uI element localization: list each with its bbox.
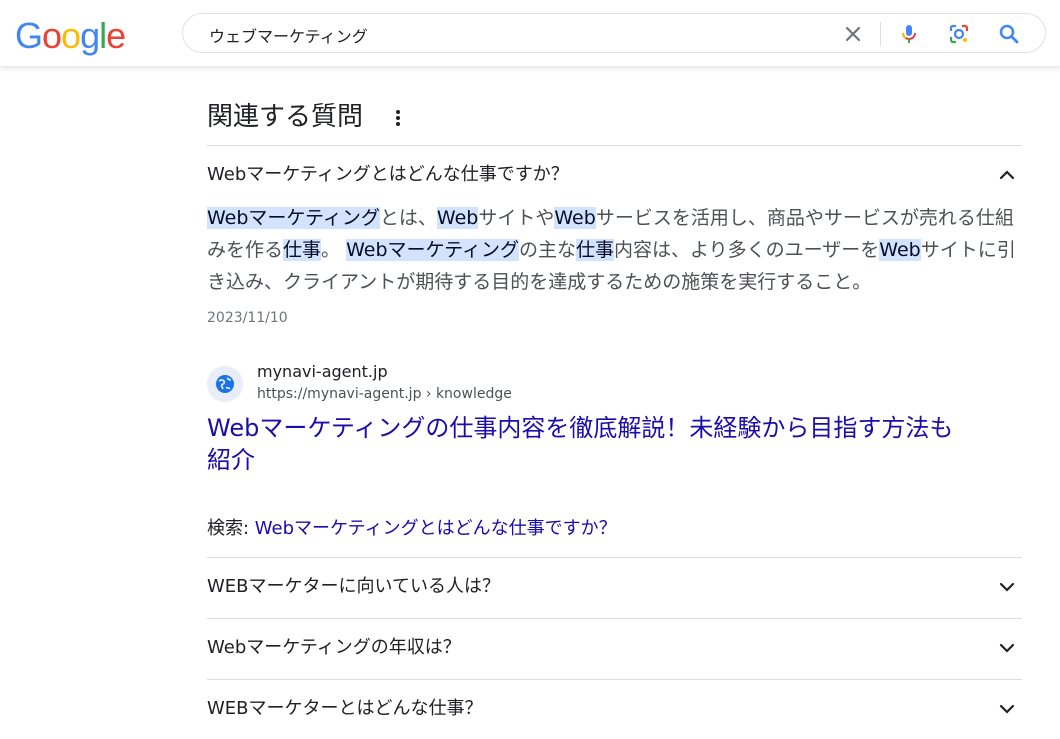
globe-icon[interactable]: [207, 366, 243, 402]
search-for: 検索: Webマーケティングとはどんな仕事ですか？: [207, 514, 617, 540]
source-url[interactable]: https://mynavi-agent.jp › knowledge: [257, 386, 512, 402]
answer-date: 2023/11/10: [207, 310, 288, 326]
question-item[interactable]: WEBマーケターとはどんな仕事？: [207, 679, 1022, 739]
logo-letter: g: [80, 15, 100, 56]
search-icon[interactable]: [997, 22, 1021, 46]
google-logo[interactable]: Google: [15, 14, 126, 58]
logo-letter: o: [42, 15, 62, 56]
close-icon[interactable]: [841, 22, 865, 46]
answer-segment: Webマーケティング: [207, 207, 380, 229]
question-text: Webマーケティングの年収は？: [207, 637, 461, 658]
chevron-down-icon[interactable]: [998, 578, 1016, 596]
answer-segment: 内容は、より多くのユーザーを: [614, 239, 880, 261]
answer-segment: 仕事: [283, 239, 322, 261]
chevron-up-icon[interactable]: [998, 166, 1016, 184]
lens-icon[interactable]: [947, 22, 971, 46]
answer-segment: 。: [321, 239, 347, 261]
chevron-down-icon[interactable]: [998, 639, 1016, 657]
answer-segment: Web: [436, 207, 479, 229]
question-item[interactable]: Webマーケティングの年収は？: [207, 618, 1022, 678]
search-input[interactable]: ウェブマーケティング: [209, 23, 368, 47]
logo-letter: e: [106, 15, 126, 56]
question-text: WEBマーケターとはどんな仕事？: [207, 698, 483, 719]
search-for-link[interactable]: Webマーケティングとはどんな仕事ですか？: [255, 518, 617, 539]
answer-segment: サイトや: [478, 207, 555, 229]
search-header: Google ウェブマーケティング: [0, 0, 1060, 66]
answer-segment: Web: [554, 207, 596, 229]
search-for-label: 検索:: [207, 518, 255, 539]
search-box[interactable]: ウェブマーケティング: [182, 13, 1046, 53]
search-divider: [880, 22, 881, 46]
question-text: WEBマーケターに向いている人は？: [207, 576, 500, 597]
answer-segment: 仕事: [576, 239, 615, 261]
mic-icon[interactable]: [897, 22, 921, 46]
question-text: Webマーケティングとはどんな仕事ですか？: [207, 164, 569, 185]
more-options-icon[interactable]: [391, 108, 405, 128]
logo-letter: o: [61, 15, 81, 56]
question-expanded[interactable]: Webマーケティングとはどんな仕事ですか？: [207, 145, 1022, 205]
chevron-down-icon[interactable]: [998, 700, 1016, 718]
logo-letter: G: [15, 15, 43, 56]
source-site-name[interactable]: mynavi-agent.jp: [257, 362, 388, 381]
section-title: 関連する質問: [207, 102, 364, 132]
answer-segment: Webマーケティング: [346, 239, 519, 261]
answer-segment: とは、: [379, 207, 437, 229]
question-item[interactable]: WEBマーケターに向いている人は？: [207, 557, 1022, 617]
result-title-link[interactable]: Webマーケティングの仕事内容を徹底解説！未経験から目指す方法も紹介: [207, 412, 977, 476]
answer-segment: の主な: [518, 239, 576, 261]
answer-segment: Web: [879, 239, 921, 261]
answer-snippet: Webマーケティングとは、WebサイトやWebサービスを活用し、商品やサービスが…: [207, 202, 1017, 298]
